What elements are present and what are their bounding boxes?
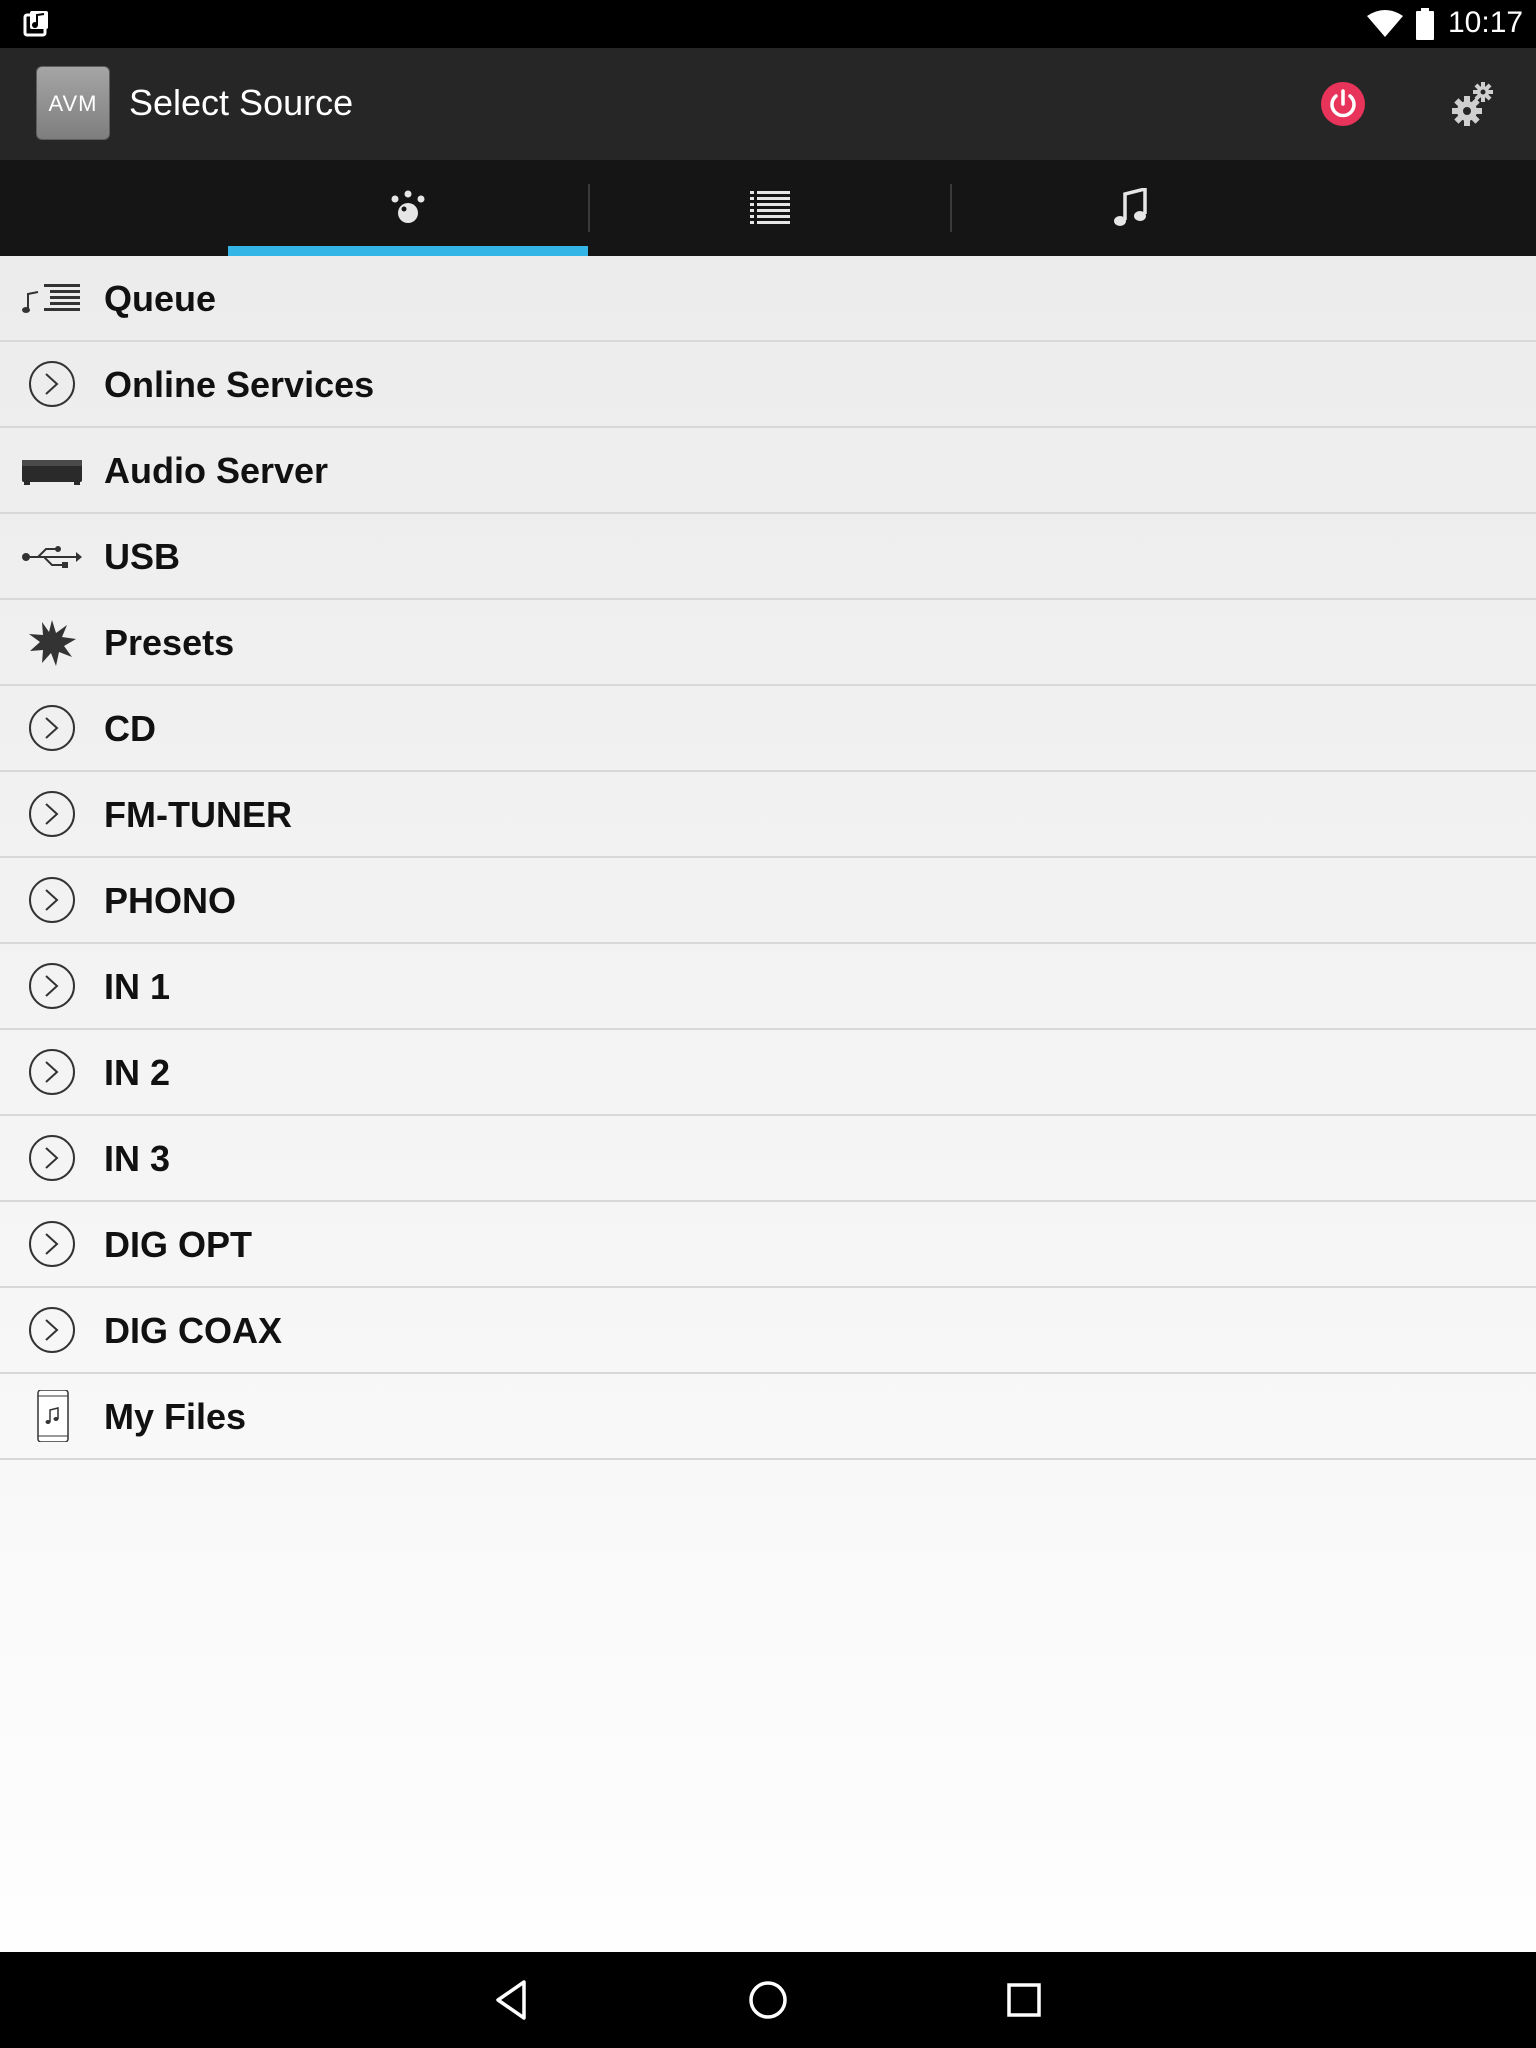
- app-bar: AVM Select Source: [0, 48, 1536, 160]
- back-icon[interactable]: [488, 1976, 536, 2024]
- list-item-queue[interactable]: Queue: [0, 256, 1536, 342]
- status-bar: 10:17: [0, 0, 1536, 48]
- list-item-fm-tuner[interactable]: FM-TUNER: [0, 772, 1536, 858]
- usb-icon: [22, 546, 82, 568]
- avm-logo-mark: AVM: [48, 91, 97, 115]
- source-dial-icon: [391, 190, 425, 223]
- list-item-label: DIG COAX: [104, 1310, 283, 1351]
- list-item-label: Queue: [104, 278, 217, 319]
- tab-bar: [0, 160, 1536, 256]
- chevron-circle-icon: [29, 1135, 75, 1181]
- list-item-label: Presets: [104, 622, 235, 663]
- list-item-dig-opt[interactable]: DIG OPT: [0, 1202, 1536, 1288]
- recents-icon[interactable]: [1000, 1976, 1048, 2024]
- list-item-usb[interactable]: USB: [0, 514, 1536, 600]
- list-item-label: CD: [104, 708, 156, 749]
- tab-list[interactable]: [590, 160, 950, 256]
- music-notification-icon: [23, 11, 48, 37]
- list-item-label: PHONO: [104, 880, 237, 921]
- list-item-label: IN 3: [104, 1138, 171, 1179]
- list-item-label: IN 1: [104, 966, 171, 1007]
- screen: 10:17 AVM Select Source Queue Online Ser…: [0, 0, 1536, 2048]
- chevron-circle-icon: [29, 1049, 75, 1095]
- svg-text:AVM: AVM: [48, 91, 97, 115]
- system-nav-bar: [0, 1952, 1536, 2048]
- list-item-label: My Files: [104, 1396, 247, 1437]
- app-logo[interactable]: AVM: [36, 66, 110, 140]
- chevron-circle-icon: [29, 791, 75, 837]
- home-icon[interactable]: [744, 1976, 792, 2024]
- list-item-in-3[interactable]: IN 3: [0, 1116, 1536, 1202]
- list-item-label: DIG OPT: [104, 1224, 253, 1265]
- tab-sources[interactable]: [228, 160, 588, 256]
- list-item-presets[interactable]: Presets: [0, 600, 1536, 686]
- list-item-label: Online Services: [104, 364, 375, 405]
- list-item-my-files[interactable]: My Files: [0, 1374, 1536, 1460]
- chevron-circle-icon: [29, 877, 75, 923]
- server-device-icon: [22, 460, 82, 485]
- power-button[interactable]: [1320, 81, 1366, 127]
- list-icon: [750, 191, 790, 224]
- queue-icon: [22, 284, 80, 313]
- chevron-circle-icon: [29, 963, 75, 1009]
- selected-tab-indicator: [228, 246, 588, 256]
- list-item-online-services[interactable]: Online Services: [0, 342, 1536, 428]
- wifi-icon: [1367, 10, 1403, 37]
- list-item-label: IN 2: [104, 1052, 171, 1093]
- list-item-dig-coax[interactable]: DIG COAX: [0, 1288, 1536, 1374]
- chevron-circle-icon: [29, 361, 75, 407]
- list-item-label: FM-TUNER: [104, 794, 292, 835]
- settings-gears-icon[interactable]: [1450, 80, 1496, 128]
- chevron-circle-icon: [29, 1221, 75, 1267]
- chevron-circle-icon: [29, 1307, 75, 1353]
- music-note-icon: [1114, 188, 1147, 226]
- star-burst-icon: [29, 620, 76, 666]
- list-item-audio-server[interactable]: Audio Server: [0, 428, 1536, 514]
- battery-icon: [1416, 8, 1434, 40]
- source-list: Queue Online Services Audio Server USB P…: [0, 256, 1536, 1952]
- page-title: Select Source: [129, 82, 354, 123]
- list-item-cd[interactable]: CD: [0, 686, 1536, 772]
- list-item-in-2[interactable]: IN 2: [0, 1030, 1536, 1116]
- chevron-circle-icon: [29, 705, 75, 751]
- tab-now-playing[interactable]: [951, 160, 1311, 256]
- status-time: 10:17: [1448, 6, 1524, 39]
- list-item-label: Audio Server: [104, 450, 329, 491]
- list-item-in-1[interactable]: IN 1: [0, 944, 1536, 1030]
- phone-music-icon: [37, 1390, 69, 1442]
- list-item-label: USB: [104, 536, 181, 577]
- list-item-phono[interactable]: PHONO: [0, 858, 1536, 944]
